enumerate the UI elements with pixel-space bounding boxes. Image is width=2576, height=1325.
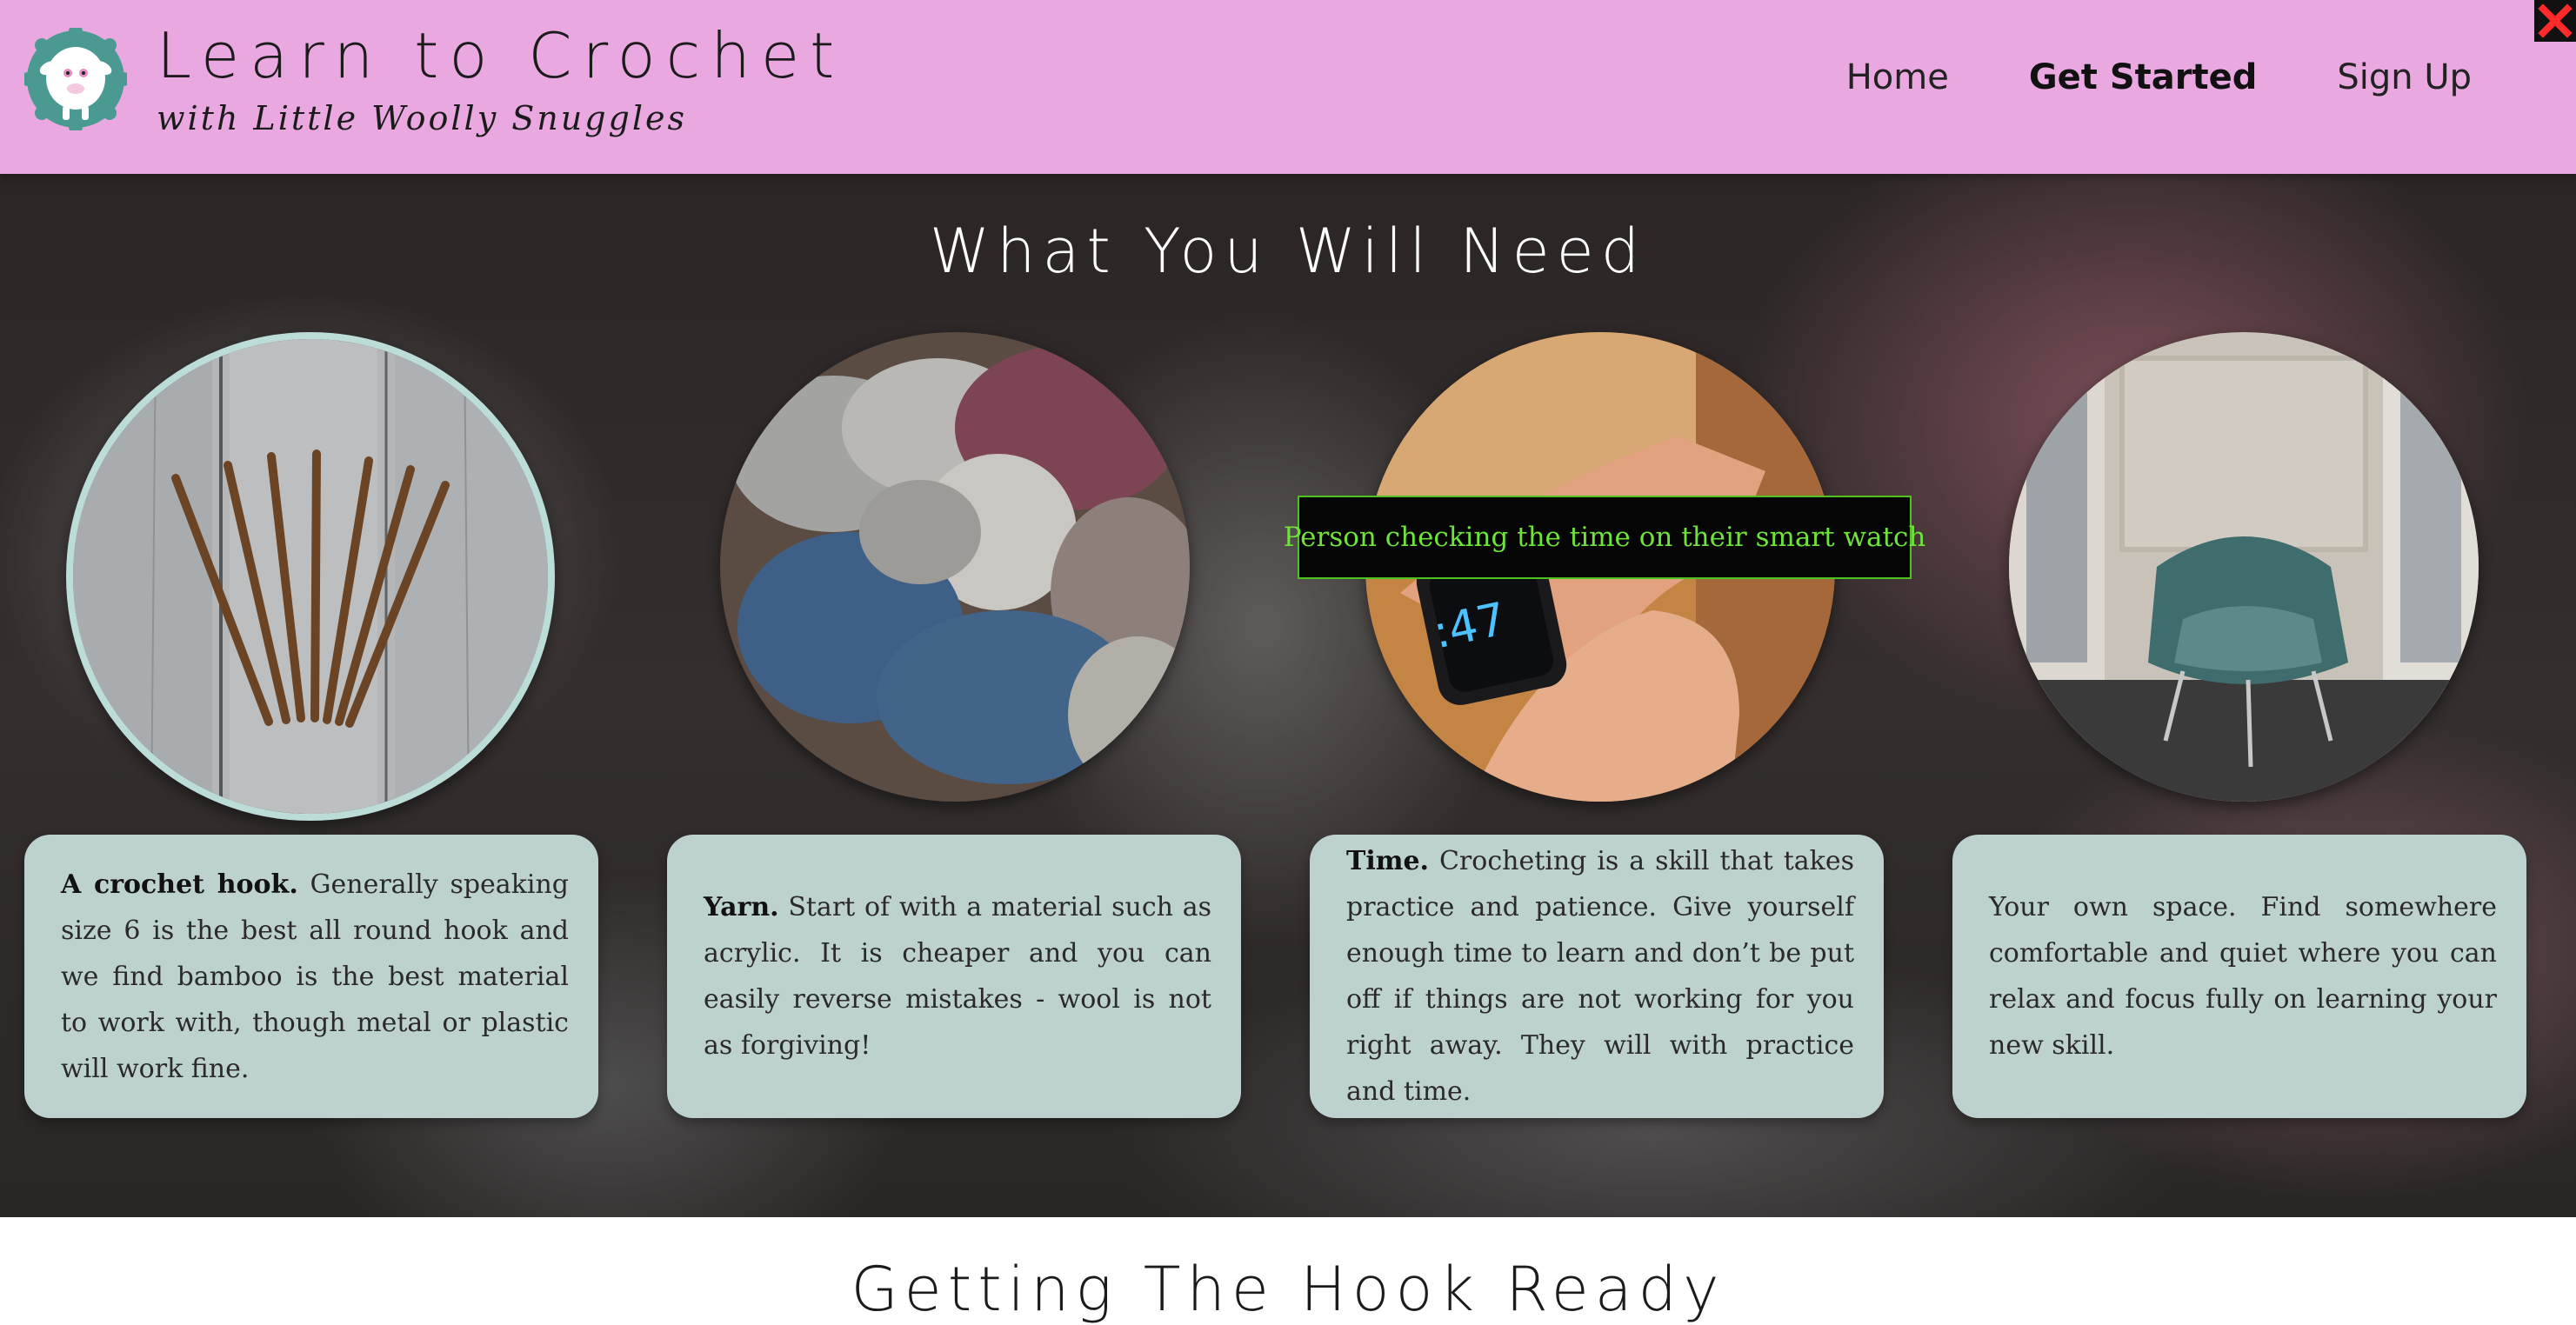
item-card-text: Time. Crocheting is a skill that takes p…	[1346, 838, 1854, 1115]
item-card-space: Your own space. Find somewhere comfortab…	[1952, 835, 2526, 1118]
section-title: What You Will Need	[929, 216, 1647, 287]
site-title: Learn to Crochet	[157, 19, 845, 92]
item-card-hook: A crochet hook. Generally speaking size …	[24, 835, 598, 1118]
item-card-bold: Yarn.	[704, 892, 779, 922]
item-card-text: A crochet hook. Generally speaking size …	[61, 862, 569, 1092]
sheep-logo-icon[interactable]	[21, 24, 130, 134]
nav-get-started-link[interactable]: Get Started	[2029, 57, 2258, 97]
next-section-title: Getting The Hook Ready	[851, 1254, 1725, 1325]
site-header: Learn to Crochet with Little Woolly Snug…	[0, 0, 2576, 174]
close-icon	[2538, 3, 2573, 38]
item-card-text: Your own space. Find somewhere comfortab…	[1989, 884, 2497, 1069]
item-card-bold: A crochet hook.	[61, 869, 298, 900]
what-you-need-section: What You Will Need:47 A crochet hook. G…	[0, 174, 2576, 1217]
item-card-text: Yarn. Start of with a material such as a…	[704, 884, 1211, 1069]
crochet-hooks-image	[66, 332, 555, 821]
image-tooltip: Person checking the time on their smart …	[1284, 496, 1925, 579]
item-card-time: Time. Crocheting is a skill that takes p…	[1310, 835, 1884, 1118]
close-button[interactable]	[2534, 0, 2576, 42]
tooltip-text: Person checking the time on their smart …	[1283, 522, 1926, 553]
nav-sign-up-link[interactable]: Sign Up	[2337, 57, 2472, 97]
site-subtitle: with Little Woolly Snuggles	[157, 99, 688, 137]
item-card-body: Generally speaking size 6 is the best al…	[61, 869, 569, 1084]
item-card-body: Your own space. Find somewhere comfortab…	[1989, 892, 2497, 1061]
item-card-body: Crocheting is a skill that takes practic…	[1346, 846, 1854, 1107]
nav-home-link[interactable]: Home	[1846, 57, 1949, 97]
item-card-body: Start of with a material such as acrylic…	[704, 892, 1211, 1061]
item-card-yarn: Yarn. Start of with a material such as a…	[667, 835, 1241, 1118]
main-nav: Home Get Started Sign Up	[1846, 57, 2472, 97]
yarn-skeins-image	[720, 332, 1190, 802]
armchair-image	[2009, 332, 2479, 802]
item-card-bold: Time.	[1346, 846, 1429, 876]
